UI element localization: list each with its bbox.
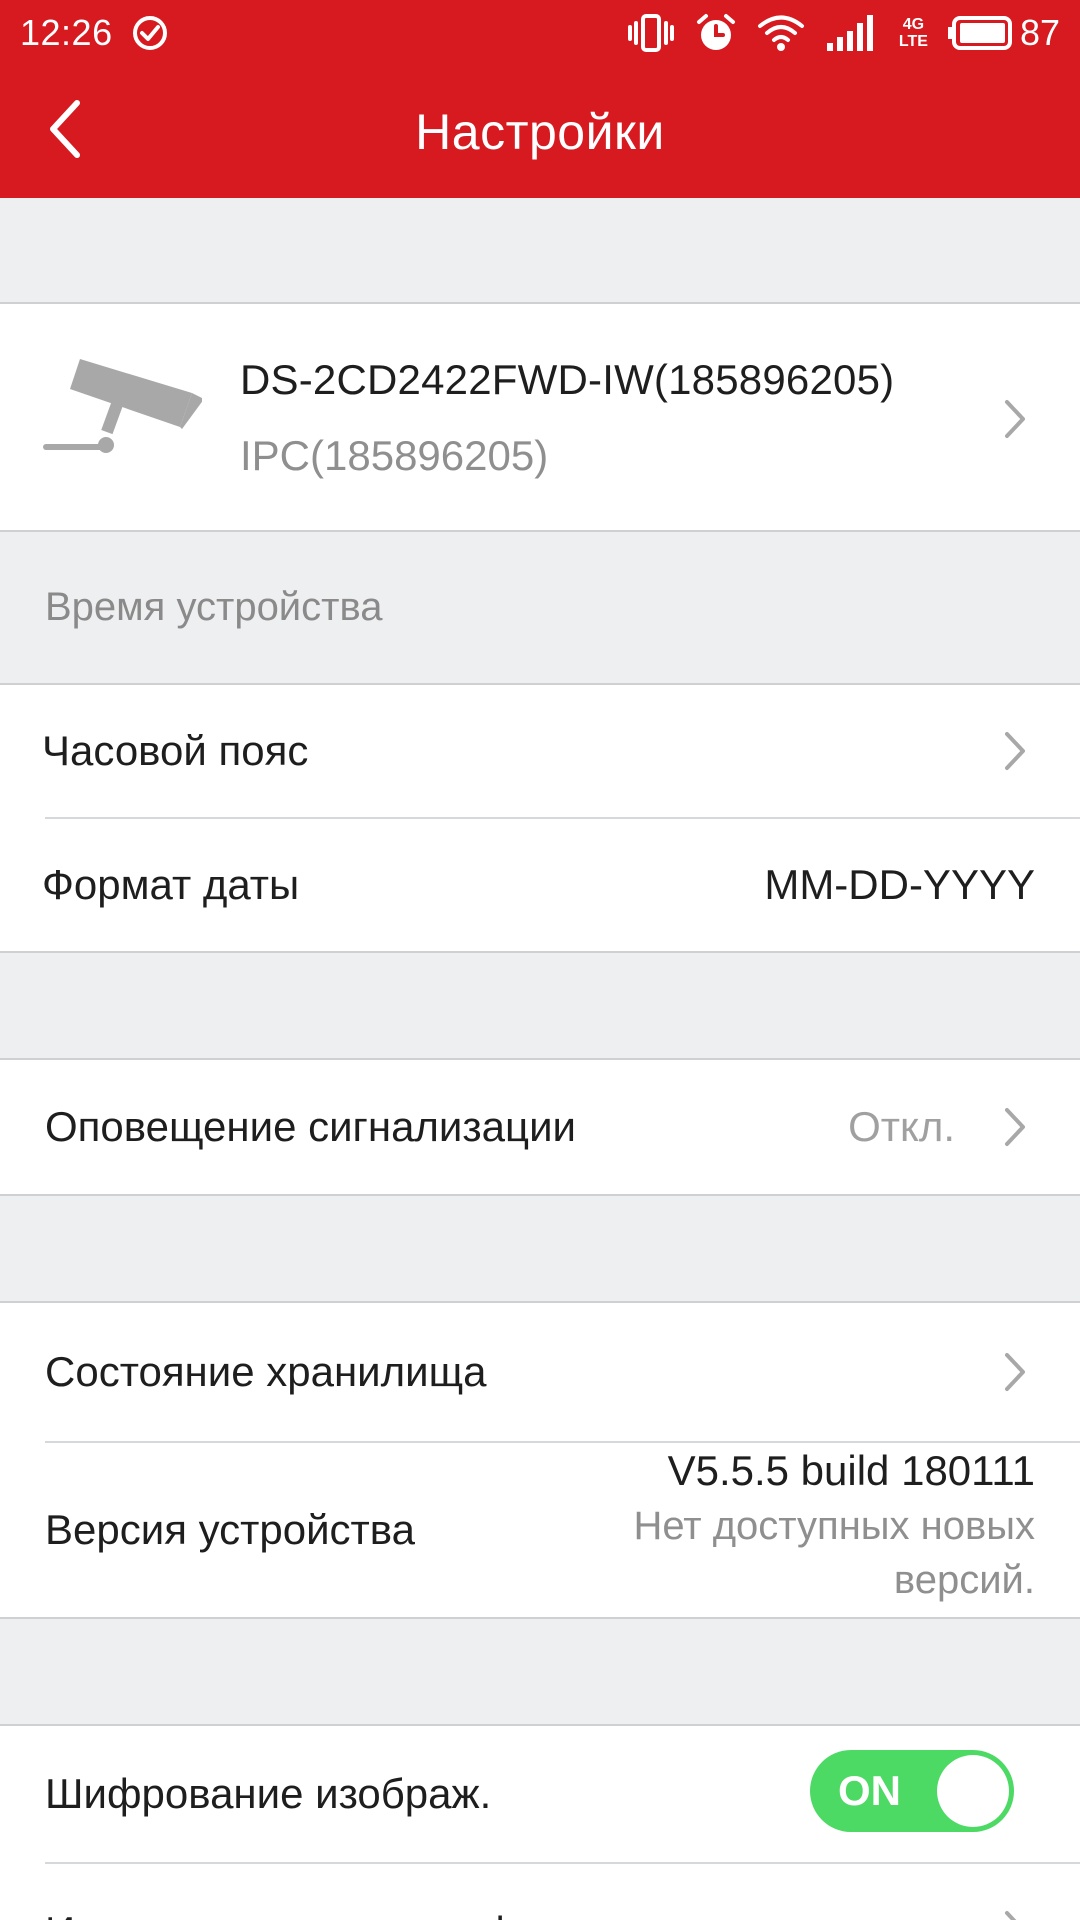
date-format-row[interactable]: Формат даты MM-DD-YYYY [0,819,1080,951]
timezone-row[interactable]: Часовой пояс [0,685,1080,817]
battery-icon: 87 [947,12,1060,54]
alarm-notification-label: Оповещение сигнализации [45,1103,576,1150]
check-circle-icon [131,14,169,52]
lte-icon: 4G LTE [898,16,928,50]
device-version-value: V5.5.5 build 180111 [667,1447,1035,1494]
image-encryption-label: Шифрование изображ. [45,1770,492,1817]
device-version-row[interactable]: Версия устройства V5.5.5 build 180111 Не… [0,1443,1080,1617]
image-encryption-toggle[interactable]: ON [810,1750,1014,1832]
storage-status-label: Состояние хранилища [45,1348,487,1395]
encryption-group: Шифрование изображ. ON Изменение пароля … [0,1724,1080,1920]
encryption-password-row[interactable]: Изменение пароля шифрования [0,1864,1080,1920]
device-info-group: Состояние хранилища Версия устройства V5… [0,1301,1080,1619]
chevron-right-icon [1000,1350,1030,1394]
date-format-value: MM-DD-YYYY [764,861,1035,908]
storage-status-row[interactable]: Состояние хранилища [0,1303,1080,1441]
title-bar: Настройки [0,66,1080,198]
chevron-right-icon [1000,1105,1030,1149]
time-settings-group: Часовой пояс Формат даты MM-DD-YYYY [0,683,1080,953]
status-bar: 12:26 4G LTE 87 [0,0,1080,66]
battery-percent: 87 [1019,12,1060,53]
timezone-label: Часовой пояс [42,727,309,774]
image-encryption-row: Шифрование изображ. ON [0,1726,1080,1862]
chevron-right-icon [1000,397,1030,441]
alarm-group: Оповещение сигнализации Откл. [0,1058,1080,1196]
device-version-label: Версия устройства [45,1506,415,1553]
back-button[interactable] [30,96,100,166]
status-time: 12:26 [20,12,113,53]
app-header: 12:26 4G LTE 87 Настройки [0,0,1080,198]
version-status-line2: версий. [893,1558,1035,1602]
version-status-line1: Нет доступных новых [633,1504,1035,1548]
camera-icon [42,359,204,464]
device-type: IPC(185896205) [240,432,549,479]
chevron-right-icon [1000,1908,1030,1920]
encryption-password-label: Изменение пароля шифрования [45,1908,679,1920]
device-version-info: V5.5.5 build 180111 Нет доступных новых … [633,1443,1035,1607]
date-format-label: Формат даты [42,861,300,908]
chevron-left-icon [45,99,85,164]
toggle-on-label: ON [838,1767,901,1814]
vibrate-icon [627,13,675,53]
signal-icon [825,13,879,53]
alarm-notification-value: Откл. [848,1103,955,1150]
toggle-knob [937,1755,1009,1827]
wifi-icon [757,13,805,53]
device-card[interactable]: DS-2CD2422FWD-IW(185896205) IPC(18589620… [0,302,1080,532]
alarm-notification-row[interactable]: Оповещение сигнализации Откл. [0,1060,1080,1194]
alarm-icon [695,12,737,54]
page-title: Настройки [415,104,665,160]
section-header-device-time: Время устройства [45,585,383,629]
chevron-right-icon [1000,729,1030,773]
device-name: DS-2CD2422FWD-IW(185896205) [240,356,895,403]
